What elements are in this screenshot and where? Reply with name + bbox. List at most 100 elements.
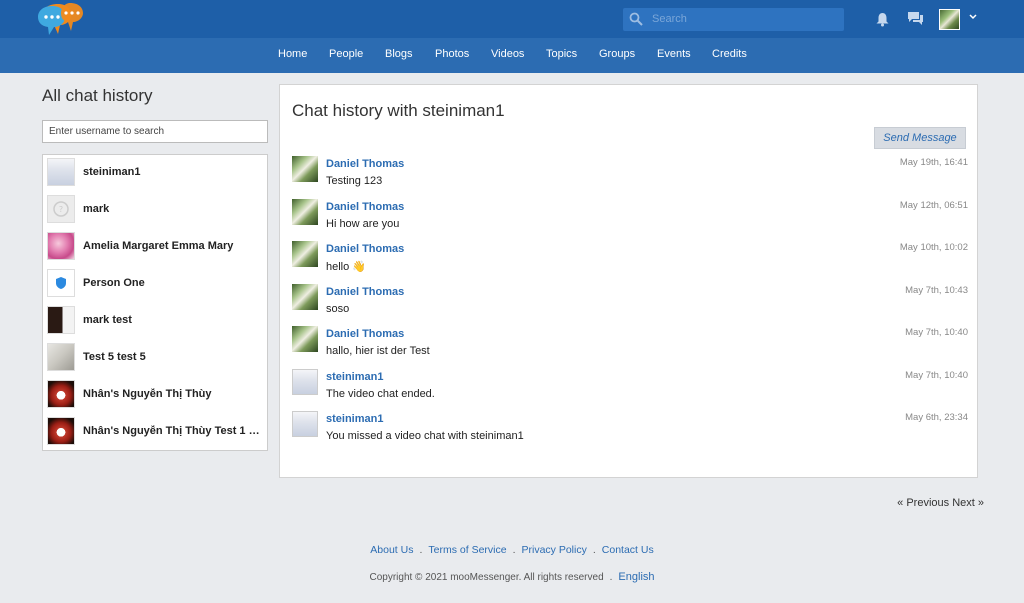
sender-avatar[interactable] [292, 284, 318, 310]
sender-name[interactable]: Daniel Thomas [326, 328, 404, 340]
nav-credits[interactable]: Credits [712, 48, 747, 60]
message-text: Testing 123 [326, 175, 383, 187]
chat-message: Daniel Thomas hallo, hier ist der Test M… [292, 326, 968, 366]
chat-user-item[interactable]: Test 5 test 5 [43, 340, 267, 377]
message-text: The video chat ended. [326, 388, 435, 400]
app-logo[interactable] [36, 1, 92, 37]
footer-separator: . [512, 544, 516, 556]
nav-photos[interactable]: Photos [435, 48, 469, 60]
message-time: May 10th, 10:02 [899, 242, 968, 253]
sender-avatar[interactable] [292, 241, 318, 267]
chat-user-item[interactable]: Nhân's Nguyễn Thị Thùy Test 1 Te... [43, 414, 267, 451]
nav-events[interactable]: Events [657, 48, 691, 60]
search-icon [629, 12, 643, 26]
chat-user-item[interactable]: Amelia Margaret Emma Mary [43, 229, 267, 266]
shield-icon [56, 277, 66, 289]
user-avatar [47, 232, 75, 260]
chat-message: Daniel Thomas Testing 123 May 19th, 16:4… [292, 156, 968, 196]
send-message-button[interactable]: Send Message [874, 127, 966, 149]
main-nav: Home People Blogs Photos Videos Topics G… [0, 38, 1024, 73]
user-name: mark [83, 203, 110, 215]
message-text: Hi how are you [326, 218, 400, 230]
pagination: « Previous Next » [897, 497, 984, 509]
chevron-down-icon[interactable] [969, 13, 977, 21]
language-link[interactable]: English [618, 571, 654, 583]
chat-user-item[interactable]: steiniman1 [43, 155, 267, 192]
user-name: mark test [83, 314, 132, 326]
user-avatar [47, 158, 75, 186]
panel-title: Chat history with steiniman1 [292, 101, 505, 120]
user-avatar [47, 343, 75, 371]
footer-contact-link[interactable]: Contact Us [602, 544, 654, 556]
user-avatar[interactable] [939, 9, 960, 30]
message-time: May 7th, 10:43 [905, 285, 968, 296]
sender-avatar[interactable] [292, 411, 318, 437]
nav-blogs[interactable]: Blogs [385, 48, 413, 60]
nav-home[interactable]: Home [278, 48, 307, 60]
chat-message: Daniel Thomas Hi how are you May 12th, 0… [292, 199, 968, 239]
footer-links: About Us. Terms of Service. Privacy Policy… [0, 544, 1024, 556]
messages-icon[interactable] [907, 11, 924, 27]
message-text: You missed a video chat with steiniman1 [326, 430, 524, 442]
notifications-bell-icon[interactable] [875, 12, 890, 27]
message-time: May 6th, 23:34 [905, 412, 968, 423]
nav-groups[interactable]: Groups [599, 48, 635, 60]
sender-name[interactable]: Daniel Thomas [326, 201, 404, 213]
chat-message: steiniman1 You missed a video chat with … [292, 411, 968, 451]
footer-separator: . [609, 572, 613, 583]
user-avatar: ? [47, 195, 75, 223]
nav-videos[interactable]: Videos [491, 48, 524, 60]
footer-copyright: Copyright © 2021 mooMessenger. All right… [0, 571, 1024, 583]
sidebar-title: All chat history [42, 86, 153, 105]
chat-user-item[interactable]: Person One [43, 266, 267, 303]
user-name: steiniman1 [83, 166, 141, 178]
main-nav-bar: Home People Blogs Photos Videos Topics G… [0, 38, 1024, 73]
user-avatar [47, 417, 75, 445]
message-text: soso [326, 303, 350, 315]
top-bar: Search [0, 0, 1024, 38]
footer-terms-link[interactable]: Terms of Service [428, 544, 506, 556]
user-avatar [47, 269, 75, 297]
previous-page-link[interactable]: « Previous [897, 497, 949, 509]
chat-user-item[interactable]: Nhân's Nguyễn Thị Thùy [43, 377, 267, 414]
user-name: Nhân's Nguyễn Thị Thùy Test 1 Te... [83, 425, 263, 437]
default-avatar-icon: ? [53, 201, 69, 217]
sender-name[interactable]: Daniel Thomas [326, 158, 404, 170]
user-name: Person One [83, 277, 145, 289]
sender-avatar[interactable] [292, 156, 318, 182]
sender-name[interactable]: steiniman1 [326, 413, 383, 425]
footer-privacy-link[interactable]: Privacy Policy [522, 544, 587, 556]
username-search-input[interactable]: Enter username to search [42, 120, 268, 143]
nav-people[interactable]: People [329, 48, 363, 60]
message-time: May 19th, 16:41 [899, 157, 968, 168]
chat-user-list: steiniman1 ? mark Amelia Margaret Emma M… [42, 154, 268, 451]
message-text: hello 👋 [326, 261, 366, 273]
sender-avatar[interactable] [292, 369, 318, 395]
footer-separator: . [592, 544, 596, 556]
chat-user-item[interactable]: ? mark [43, 192, 267, 229]
footer-separator: . [419, 544, 423, 556]
user-name: Nhân's Nguyễn Thị Thùy [83, 388, 212, 400]
footer-about-link[interactable]: About Us [370, 544, 413, 556]
next-page-link[interactable]: Next » [952, 497, 984, 509]
sender-name[interactable]: Daniel Thomas [326, 243, 404, 255]
chat-user-item[interactable]: mark test [43, 303, 267, 340]
global-search-input[interactable]: Search [623, 8, 844, 31]
user-avatar [47, 306, 75, 334]
user-name: Amelia Margaret Emma Mary [83, 240, 234, 252]
sender-name[interactable]: steiniman1 [326, 371, 383, 383]
sender-name[interactable]: Daniel Thomas [326, 286, 404, 298]
sender-avatar[interactable] [292, 199, 318, 225]
copyright-text: Copyright © 2021 mooMessenger. All right… [369, 572, 604, 583]
nav-topics[interactable]: Topics [546, 48, 577, 60]
username-search-placeholder: Enter username to search [49, 126, 165, 137]
svg-text:?: ? [59, 205, 63, 214]
chat-history-panel: Chat history with steiniman1 Send Messag… [279, 84, 978, 478]
sender-avatar[interactable] [292, 326, 318, 352]
message-text: hallo, hier ist der Test [326, 345, 430, 357]
chat-message: steiniman1 The video chat ended. May 7th… [292, 369, 968, 409]
search-placeholder: Search [652, 13, 687, 25]
message-time: May 12th, 06:51 [899, 200, 968, 211]
message-time: May 7th, 10:40 [905, 327, 968, 338]
user-avatar [47, 380, 75, 408]
